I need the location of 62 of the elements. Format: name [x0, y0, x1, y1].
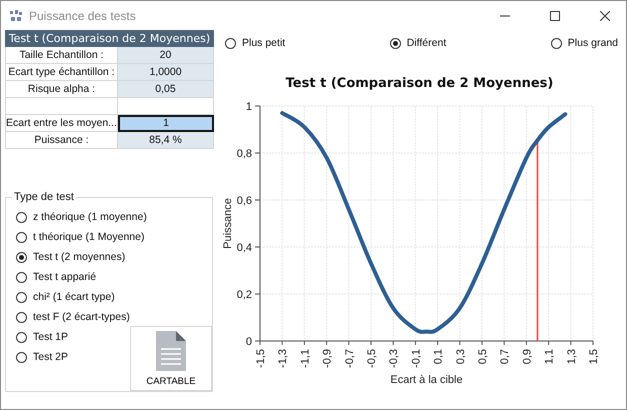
radio-button[interactable] — [225, 38, 236, 48]
x-tick-label: 0,7 — [499, 349, 512, 364]
x-tick-label: 0,1 — [432, 349, 445, 364]
chart-title: Test t (Comparaison de 2 Moyennes) — [284, 76, 554, 91]
table-cell: 85,4 % — [118, 132, 214, 149]
window-title: Puissance des tests — [29, 8, 136, 22]
x-tick-label: -0,1 — [410, 349, 422, 368]
radio-label[interactable]: z théorique (1 moyenne) — [33, 211, 147, 223]
x-tick-label: 1,1 — [544, 349, 556, 364]
x-tick-label: -0,5 — [366, 349, 378, 368]
x-tick-label: -1,1 — [299, 349, 312, 368]
radio-label[interactable]: Différent — [406, 37, 446, 49]
y-tick-label: 0,8 — [236, 148, 252, 160]
group-title: Type de test — [12, 191, 76, 203]
x-tick-label: 1,3 — [566, 349, 578, 364]
x-tick-label: -1,3 — [277, 349, 290, 368]
table-cell: 20 — [118, 47, 214, 64]
radio-button[interactable] — [16, 252, 27, 262]
radio-label[interactable]: t théorique (1 Moyenne) — [33, 231, 144, 243]
table-cell: Risque alpha : — [5, 81, 118, 98]
radio-label[interactable]: Test 1P — [33, 331, 68, 343]
x-tick-label: -0,3 — [388, 349, 400, 368]
table-cell: 0,05 — [118, 81, 214, 98]
radio-button[interactable] — [16, 232, 27, 242]
input-field[interactable]: 1 — [118, 115, 214, 132]
table-header: Test t (Comparaison de 2 Moyennes) — [5, 30, 214, 47]
y-tick-label: 0,6 — [236, 195, 252, 207]
radio-label[interactable]: Plus grand — [568, 37, 618, 49]
radio-button[interactable] — [550, 38, 562, 48]
radio-button[interactable] — [16, 292, 27, 302]
y-axis-label: Puissance — [222, 198, 234, 249]
radio-button[interactable] — [390, 38, 401, 48]
x-tick-label: 1,5 — [588, 349, 600, 364]
radio-button[interactable] — [16, 352, 27, 362]
document-icon — [156, 330, 186, 370]
x-tick-label: 0,5 — [477, 349, 489, 364]
app-icon — [9, 8, 23, 22]
x-tick-label: -0,9 — [322, 349, 334, 368]
table-cell: 1,0000 — [118, 64, 214, 81]
radio-label[interactable]: Plus petit — [242, 37, 286, 49]
x-tick-label: 0,3 — [454, 349, 467, 364]
x-tick-label: -0,7 — [344, 349, 356, 368]
y-tick-label: 0,4 — [236, 242, 252, 254]
y-tick-label: 0,2 — [236, 289, 252, 301]
radio-label[interactable]: Test t apparié — [33, 271, 96, 283]
maximize-icon[interactable] — [550, 10, 560, 20]
radio-label[interactable]: Test t (2 moyennes) — [33, 251, 126, 263]
y-tick-label: 0 — [246, 336, 252, 348]
cartable-button[interactable]: CARTABLE — [130, 326, 212, 391]
radio-button[interactable] — [16, 272, 27, 282]
x-tick-label: 0,9 — [521, 349, 534, 364]
radio-button[interactable] — [16, 212, 27, 222]
radio-button[interactable] — [16, 312, 27, 322]
y-tick-label: 1 — [246, 101, 252, 113]
x-axis-label: Ecart à la cible — [390, 374, 463, 386]
x-tick-label: -1,5 — [255, 349, 267, 368]
radio-label[interactable]: chi² (1 écart type) — [33, 291, 115, 303]
radio-button[interactable] — [16, 332, 27, 342]
table-cell: Puissance : — [5, 132, 118, 149]
radio-label[interactable]: test F (2 écart-types) — [33, 311, 130, 323]
radio-label[interactable]: Test 2P — [33, 351, 68, 363]
close-icon[interactable] — [600, 10, 610, 20]
